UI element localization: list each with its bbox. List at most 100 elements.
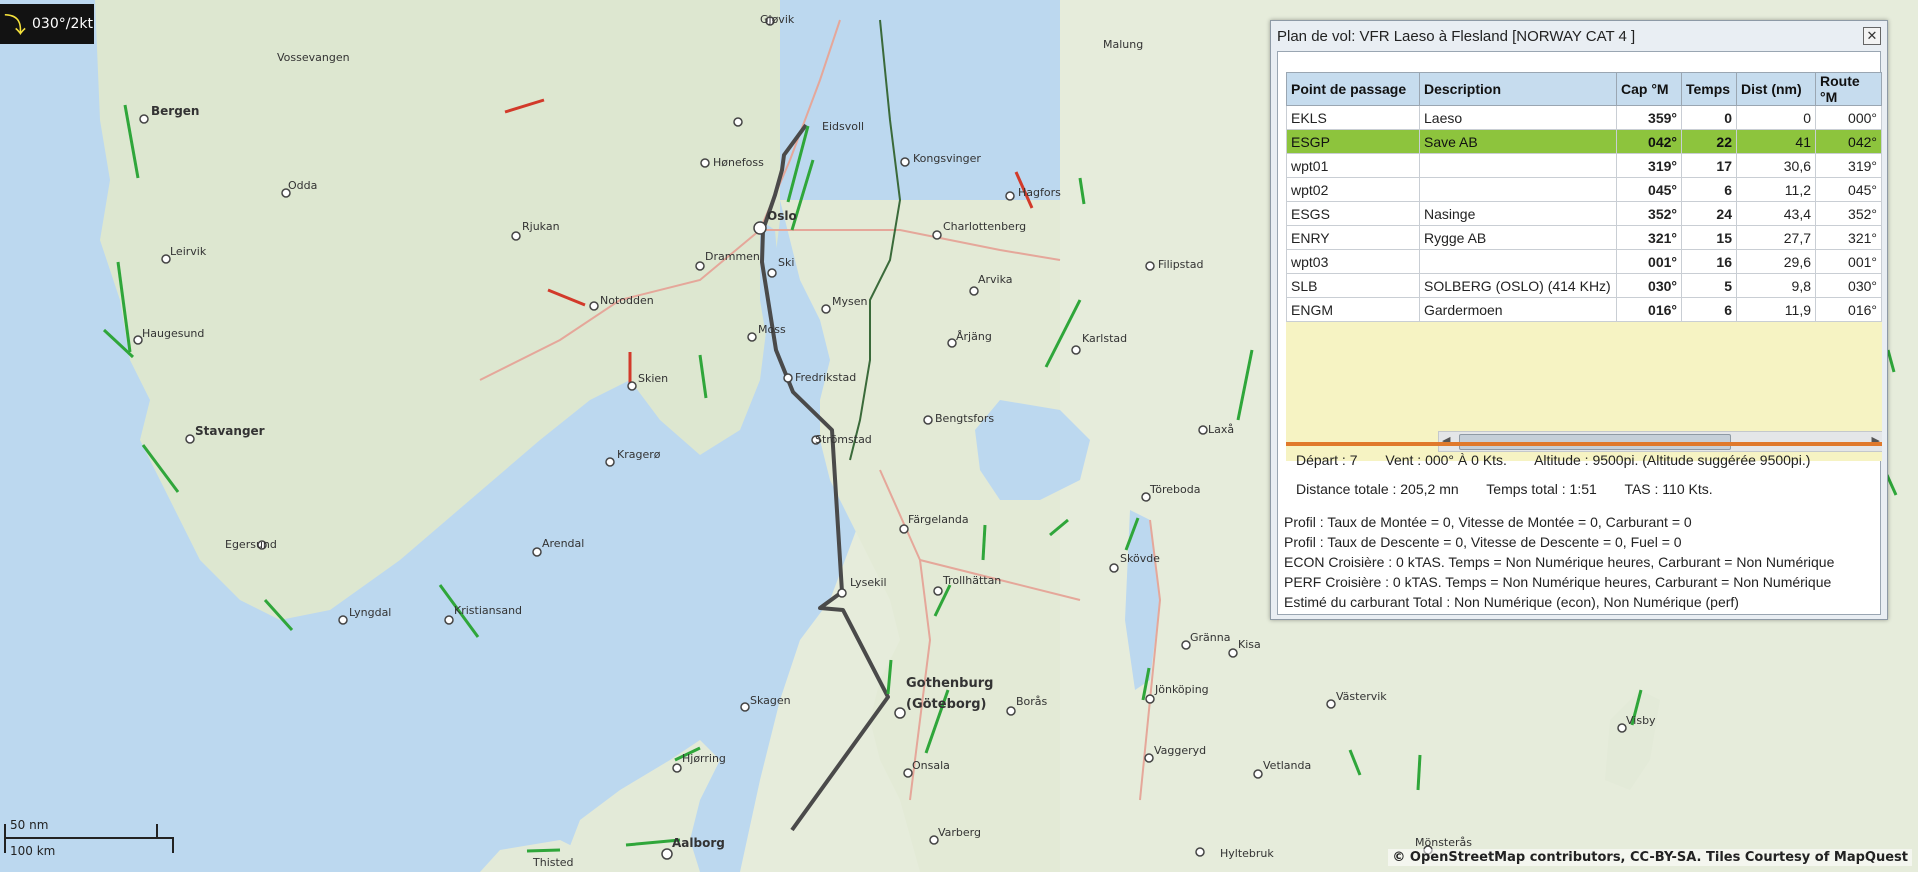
column-header[interactable]: Cap °M [1616, 72, 1682, 106]
route-cell[interactable]: 352° [1815, 201, 1882, 226]
heading-cell[interactable]: 030° [1616, 273, 1682, 298]
city-label: Hønefoss [713, 156, 764, 169]
table-row[interactable]: wpt01 319° 17 30,6 319° [1286, 153, 1882, 178]
table-row[interactable]: ESGS Nasinge 352° 24 43,4 352° [1286, 201, 1882, 226]
route-cell[interactable]: 321° [1815, 225, 1882, 250]
heading-cell[interactable]: 359° [1616, 105, 1682, 130]
city-label: Kongsvinger [913, 152, 981, 165]
heading-cell[interactable]: 319° [1616, 153, 1682, 178]
city-label: Gränna [1190, 631, 1230, 644]
city-label: Eidsvoll [822, 120, 864, 133]
description-cell[interactable] [1419, 249, 1617, 274]
city-label: Karlstad [1082, 332, 1127, 345]
tas-value: TAS : 110 Kts. [1624, 481, 1713, 497]
profile-line: PERF Croisière : 0 kTAS. Temps = Non Num… [1284, 574, 1832, 590]
waypoint-cell[interactable]: ESGS [1286, 201, 1420, 226]
waypoint-cell[interactable]: SLB [1286, 273, 1420, 298]
distance-cell[interactable]: 0 [1736, 105, 1816, 130]
heading-cell[interactable]: 042° [1616, 129, 1682, 154]
waypoint-cell[interactable]: ENRY [1286, 225, 1420, 250]
distance-cell[interactable]: 30,6 [1736, 153, 1816, 178]
city-label: Hyltebruk [1220, 847, 1274, 860]
flight-plan-window[interactable]: Plan de vol: VFR Laeso à Flesland [NORWA… [1270, 20, 1888, 620]
column-header[interactable]: Description [1419, 72, 1617, 106]
route-cell[interactable]: 000° [1815, 105, 1882, 130]
map-attribution[interactable]: © OpenStreetMap contributors, CC-BY-SA. … [1388, 849, 1912, 866]
route-cell[interactable]: 001° [1815, 249, 1882, 274]
close-button[interactable]: ✕ [1863, 27, 1881, 45]
distance-cell[interactable]: 9,8 [1736, 273, 1816, 298]
city-label: Vaggeryd [1154, 744, 1206, 757]
wind-readout: 030°/2kt [32, 16, 93, 32]
column-header[interactable]: Dist (nm) [1736, 72, 1816, 106]
table-row[interactable]: ESGP Save AB 042° 22 41 042° [1286, 129, 1882, 154]
description-cell[interactable]: Nasinge [1419, 201, 1617, 226]
description-cell[interactable]: SOLBERG (OSLO) (414 KHz) [1419, 273, 1617, 298]
time-cell[interactable]: 5 [1681, 273, 1737, 298]
time-cell[interactable]: 16 [1681, 249, 1737, 274]
waypoint-cell[interactable]: ESGP [1286, 129, 1420, 154]
city-label: Lysekil [850, 576, 887, 589]
city-label: Ski [778, 256, 794, 269]
city-label: Färgelanda [908, 513, 969, 526]
column-header[interactable]: Point de passage [1286, 72, 1420, 106]
table-row[interactable]: wpt03 001° 16 29,6 001° [1286, 249, 1882, 274]
divider [1286, 442, 1882, 446]
waypoint-grid[interactable]: Point de passage Description Cap °M Temp… [1286, 72, 1882, 461]
table-row[interactable]: wpt02 045° 6 11,2 045° [1286, 177, 1882, 202]
heading-cell[interactable]: 016° [1616, 297, 1682, 322]
city-label: Vossevangen [277, 51, 350, 64]
waypoint-cell[interactable]: EKLS [1286, 105, 1420, 130]
column-header[interactable]: Temps [1681, 72, 1737, 106]
column-header[interactable]: Route °M [1815, 72, 1882, 106]
distance-cell[interactable]: 43,4 [1736, 201, 1816, 226]
time-cell[interactable]: 22 [1681, 129, 1737, 154]
map-scale: 50 nm 100 km [4, 818, 174, 858]
city-label: Arvika [978, 273, 1013, 286]
description-cell[interactable]: Gardermoen [1419, 297, 1617, 322]
heading-cell[interactable]: 001° [1616, 249, 1682, 274]
profile-line: Estimé du carburant Total : Non Numériqu… [1284, 594, 1739, 610]
description-cell[interactable]: Rygge AB [1419, 225, 1617, 250]
city-label: Årjäng [956, 330, 992, 343]
waypoint-table[interactable]: Point de passage Description Cap °M Temp… [1286, 72, 1882, 322]
waypoint-cell[interactable]: wpt02 [1286, 177, 1420, 202]
route-cell[interactable]: 042° [1815, 129, 1882, 154]
flight-plan-titlebar[interactable]: Plan de vol: VFR Laeso à Flesland [NORWA… [1271, 21, 1887, 51]
description-cell[interactable]: Save AB [1419, 129, 1617, 154]
table-row[interactable]: ENGM Gardermoen 016° 6 11,9 016° [1286, 297, 1882, 322]
table-row[interactable]: SLB SOLBERG (OSLO) (414 KHz) 030° 5 9,8 030° [1286, 273, 1882, 298]
time-cell[interactable]: 15 [1681, 225, 1737, 250]
distance-cell[interactable]: 11,9 [1736, 297, 1816, 322]
profile-line: ECON Croisière : 0 kTAS. Temps = Non Num… [1284, 554, 1835, 570]
table-row[interactable]: EKLS Laeso 359° 0 0 000° [1286, 105, 1882, 130]
time-cell[interactable]: 17 [1681, 153, 1737, 178]
heading-cell[interactable]: 352° [1616, 201, 1682, 226]
distance-cell[interactable]: 41 [1736, 129, 1816, 154]
description-cell[interactable] [1419, 153, 1617, 178]
city-label: Lyngdal [349, 606, 391, 619]
route-cell[interactable]: 319° [1815, 153, 1882, 178]
heading-cell[interactable]: 045° [1616, 177, 1682, 202]
waypoint-cell[interactable]: wpt01 [1286, 153, 1420, 178]
heading-cell[interactable]: 321° [1616, 225, 1682, 250]
city-label: Drammen [705, 250, 760, 263]
table-row[interactable]: ENRY Rygge AB 321° 15 27,7 321° [1286, 225, 1882, 250]
description-cell[interactable] [1419, 177, 1617, 202]
city-label: Trollhättan [942, 574, 1001, 587]
route-cell[interactable]: 045° [1815, 177, 1882, 202]
description-cell[interactable]: Laeso [1419, 105, 1617, 130]
waypoint-cell[interactable]: ENGM [1286, 297, 1420, 322]
time-cell[interactable]: 6 [1681, 177, 1737, 202]
waypoint-cell[interactable]: wpt03 [1286, 249, 1420, 274]
time-cell[interactable]: 0 [1681, 105, 1737, 130]
time-cell[interactable]: 6 [1681, 297, 1737, 322]
distance-cell[interactable]: 11,2 [1736, 177, 1816, 202]
distance-cell[interactable]: 29,6 [1736, 249, 1816, 274]
city-label: Visby [1626, 714, 1656, 727]
time-cell[interactable]: 24 [1681, 201, 1737, 226]
route-cell[interactable]: 030° [1815, 273, 1882, 298]
distance-cell[interactable]: 27,7 [1736, 225, 1816, 250]
route-cell[interactable]: 016° [1815, 297, 1882, 322]
wind-arrow-icon: ⤵ [3, 14, 26, 39]
